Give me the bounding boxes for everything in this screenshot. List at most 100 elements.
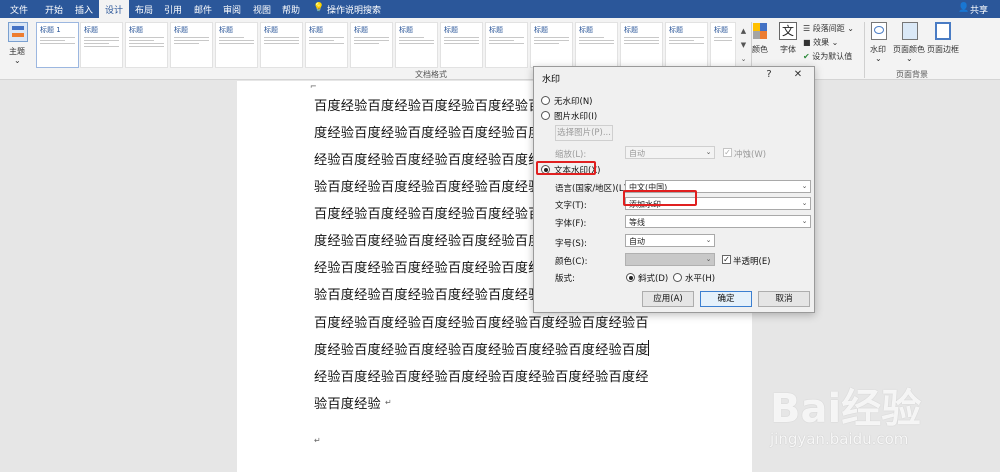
colors-button[interactable]: 颜色: [752, 44, 768, 55]
chevron-down-icon: ⌄: [801, 182, 808, 190]
fonts-icon[interactable]: 文: [779, 22, 797, 40]
tab-home[interactable]: 开始: [45, 3, 63, 16]
language-label: 语言(国家/地区)(L):: [555, 184, 630, 194]
horizontal-radio[interactable]: [673, 273, 682, 282]
washout-checkbox[interactable]: ✓: [723, 148, 732, 157]
style-set-item[interactable]: 标题: [665, 22, 708, 68]
gallery-scroll[interactable]: ▲ ▼ ⌄: [739, 24, 748, 68]
group-label-document-formatting: 文档格式: [415, 70, 447, 79]
tab-view[interactable]: 视图: [253, 3, 271, 16]
page-border-button[interactable]: 页面边框: [927, 44, 959, 55]
chevron-down-icon: ⌄: [801, 217, 808, 225]
tab-review[interactable]: 审阅: [223, 3, 241, 16]
tab-layout[interactable]: 布局: [135, 3, 153, 16]
person-icon: 👤: [958, 3, 970, 13]
style-set-item[interactable]: 标题: [620, 22, 663, 68]
horizontal-label[interactable]: 水平(H): [685, 272, 715, 284]
scale-label: 缩放(L):: [555, 150, 587, 160]
dialog-title: 水印: [542, 75, 561, 85]
document-text-line[interactable]: 百度经验百度经验百度经验百度经验百度: [314, 203, 555, 222]
palette-icon[interactable]: [753, 23, 767, 39]
document-text-line[interactable]: 验百度经验: [314, 393, 381, 412]
chevron-down-icon[interactable]: ⌄: [14, 56, 21, 65]
chevron-down-icon[interactable]: ⌄: [906, 54, 913, 63]
washout-label: 冲蚀(W): [734, 150, 767, 160]
tell-me-search[interactable]: 操作说明搜索: [327, 3, 381, 16]
document-text-line[interactable]: 百度经验百度经验百度经验百度经验百度: [314, 95, 555, 114]
document-text-line[interactable]: 度经验百度经验百度经验百度经验百度经: [314, 122, 555, 141]
document-text-line[interactable]: 度经验百度经验百度经验百度经验百度经验百度经验百度: [314, 339, 649, 358]
document-text-line[interactable]: 经验百度经验百度经验百度经验百度经验百度经验百度经: [314, 366, 649, 385]
document-text-line[interactable]: 度经验百度经验百度经验百度经验百度经: [314, 230, 555, 249]
tab-file[interactable]: 文件: [10, 3, 28, 16]
color-dropdown[interactable]: ⌄: [625, 253, 715, 266]
help-button[interactable]: ?: [760, 69, 778, 85]
paragraph-spacing-icon: ☰: [803, 24, 811, 33]
close-icon[interactable]: ✕: [789, 69, 807, 85]
style-set-item[interactable]: 标题: [170, 22, 213, 68]
style-set-item[interactable]: 标题: [530, 22, 573, 68]
document-text-line[interactable]: 百度经验百度经验百度经验百度经验百度经验百度经验百: [314, 312, 649, 331]
cancel-button[interactable]: 取消: [758, 291, 810, 307]
style-set-item[interactable]: 标题 1: [36, 22, 79, 68]
scale-dropdown[interactable]: 自动 ⌄: [625, 146, 715, 159]
chevron-down-icon: ⌄: [705, 255, 712, 263]
select-picture-button[interactable]: 选择图片(P)...: [555, 125, 613, 141]
style-set-item[interactable]: 标题: [440, 22, 483, 68]
highlight-box: [536, 161, 596, 175]
theme-icon[interactable]: [8, 22, 28, 42]
style-set-item[interactable]: 标题: [260, 22, 303, 68]
apply-button[interactable]: 应用(A): [642, 291, 694, 307]
tab-help[interactable]: 帮助: [282, 3, 300, 16]
style-set-item[interactable]: 标题: [485, 22, 528, 68]
tab-references[interactable]: 引用: [164, 3, 182, 16]
page-border-icon[interactable]: [935, 22, 951, 40]
style-set-item[interactable]: 标题: [710, 22, 736, 68]
document-text-line[interactable]: 经验百度经验百度经验百度经验百度经验: [314, 257, 555, 276]
fonts-button[interactable]: 字体: [780, 44, 796, 55]
document-text-line[interactable]: 验百度经验百度经验百度经验百度经验百: [314, 284, 555, 303]
layout-label: 版式:: [555, 274, 575, 284]
style-set-item[interactable]: 标题: [80, 22, 123, 68]
baidu-url-watermark: jingyan.baidu.com: [770, 430, 909, 448]
document-text-line[interactable]: 经验百度经验百度经验百度经验百度经验: [314, 149, 555, 168]
paragraph-spacing-button[interactable]: ☰ 段落间距 ⌄: [803, 23, 854, 34]
tab-design[interactable]: 设计: [99, 0, 130, 18]
paragraph-mark: ↵: [314, 436, 321, 445]
semitransparent-checkbox[interactable]: ✓: [722, 255, 731, 264]
baidu-logo-watermark: Bai经验: [770, 386, 922, 432]
diagonal-radio[interactable]: [626, 273, 635, 282]
style-set-item[interactable]: 标题: [350, 22, 393, 68]
ribbon-tab-bar: 文件 开始 插入 设计 布局 引用 邮件 审阅 视图 帮助 💡 操作说明搜索 👤…: [0, 0, 1000, 18]
document-text-line[interactable]: 验百度经验百度经验百度经验百度经验百: [314, 176, 555, 195]
size-label: 字号(S):: [555, 239, 587, 249]
size-dropdown[interactable]: 自动 ⌄: [625, 234, 715, 247]
style-set-item[interactable]: 标题: [305, 22, 348, 68]
diagonal-label[interactable]: 斜式(D): [638, 272, 668, 284]
effects-icon: ■: [803, 38, 811, 47]
effects-button[interactable]: ■ 效果 ⌄: [803, 37, 838, 48]
group-label-page-background: 页面背景: [896, 70, 928, 79]
ok-button[interactable]: 确定: [700, 291, 752, 307]
style-set-item[interactable]: 标题: [395, 22, 438, 68]
text-cursor: [648, 340, 649, 356]
semitransparent-label[interactable]: 半透明(E): [733, 255, 771, 267]
paragraph-mark-top: ⌐: [310, 82, 317, 91]
paragraph-mark: ↵: [385, 398, 392, 407]
style-set-item[interactable]: 标题: [125, 22, 168, 68]
watermark-icon[interactable]: [871, 22, 887, 40]
page-color-icon[interactable]: [902, 22, 918, 40]
chevron-down-icon: ⌄: [705, 236, 712, 244]
style-set-item[interactable]: 标题: [215, 22, 258, 68]
font-dropdown[interactable]: 等线 ⌄: [625, 215, 811, 228]
set-default-button[interactable]: ✔ 设为默认值: [803, 51, 852, 62]
tab-mailings[interactable]: 邮件: [194, 3, 212, 16]
tab-insert[interactable]: 插入: [75, 3, 93, 16]
picture-watermark-radio[interactable]: [541, 111, 550, 120]
picture-watermark-label[interactable]: 图片水印(I): [554, 110, 597, 122]
chevron-down-icon[interactable]: ⌄: [875, 54, 882, 63]
no-watermark-radio[interactable]: [541, 96, 550, 105]
style-set-item[interactable]: 标题: [575, 22, 618, 68]
no-watermark-label[interactable]: 无水印(N): [554, 95, 593, 107]
share-button[interactable]: 共享: [970, 3, 988, 16]
